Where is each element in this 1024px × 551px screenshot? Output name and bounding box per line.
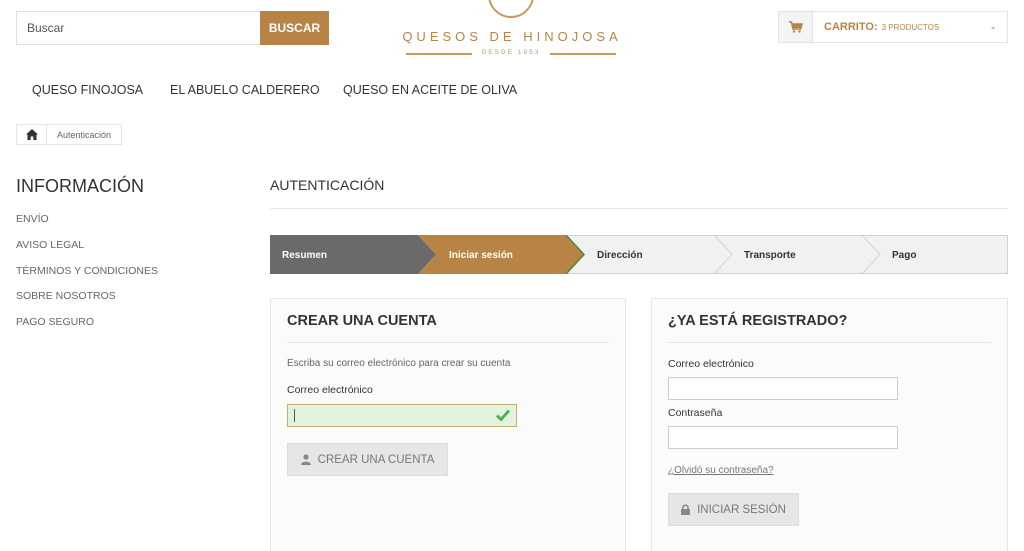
create-account-button[interactable]: CREAR UNA CUENTA	[287, 443, 448, 476]
home-icon[interactable]	[17, 125, 47, 144]
nav-item-queso-aceite-oliva[interactable]: QUESO EN ACEITE DE OLIVA	[343, 83, 517, 97]
panel-divider	[668, 342, 991, 343]
sidebar-item-envio[interactable]: ENVÍO	[16, 213, 49, 225]
panel-divider	[287, 342, 609, 343]
create-account-panel: CREAR UNA CUENTA Escriba su correo elect…	[270, 298, 626, 551]
create-account-button-label: CREAR UNA CUENTA	[317, 453, 435, 466]
cart-dropdown[interactable]: CARRITO: 3 PRODUCTOS ⌄	[778, 11, 1008, 43]
logo-name: QUESOS DE HINOJOSA	[402, 29, 622, 44]
chevron-down-icon: ⌄	[989, 21, 997, 31]
login-email-label: Correo electrónico	[668, 358, 754, 370]
login-button[interactable]: INICIAR SESIÓN	[668, 493, 799, 526]
step-label-transporte: Transporte	[744, 250, 796, 261]
step-label-direccion: Dirección	[597, 250, 643, 261]
text-cursor	[294, 409, 295, 422]
cart-icon	[779, 12, 813, 42]
step-label-pago: Pago	[892, 250, 916, 261]
sidebar-item-aviso-legal[interactable]: AVISO LEGAL	[16, 239, 84, 251]
search-placeholder: Buscar	[27, 21, 65, 35]
step-label-resumen: Resumen	[282, 250, 327, 261]
nav-item-el-abuelo-calderero[interactable]: EL ABUELO CALDERERO	[170, 83, 320, 97]
user-icon	[300, 454, 311, 465]
login-title: ¿YA ESTÁ REGISTRADO?	[668, 313, 848, 329]
login-panel: ¿YA ESTÁ REGISTRADO? Correo electrónico …	[651, 298, 1008, 551]
logo-divider-left	[406, 53, 472, 55]
login-button-label: INICIAR SESIÓN	[697, 503, 786, 516]
sidebar-title: INFORMACIÓN	[16, 176, 144, 196]
create-email-field[interactable]	[287, 404, 517, 427]
check-icon	[496, 409, 510, 421]
logo[interactable]: QUESOS DE HINOJOSA DESDE 1953	[392, 0, 632, 60]
create-email-label: Correo electrónico	[287, 384, 373, 396]
login-password-field[interactable]	[668, 426, 898, 449]
sidebar-item-terminos[interactable]: TÉRMINOS Y CONDICIONES	[16, 265, 158, 277]
login-email-field[interactable]	[668, 377, 898, 400]
breadcrumb-current: Autenticación	[57, 129, 112, 140]
cart-label: CARRITO:	[824, 21, 878, 33]
nav-item-queso-finojosa[interactable]: QUESO FINOJOSA	[32, 83, 143, 97]
breadcrumb: Autenticación	[16, 124, 123, 145]
login-password-label: Contraseña	[668, 407, 723, 419]
create-account-intro: Escriba su correo electrónico para crear…	[287, 358, 511, 369]
search-input[interactable]: Buscar	[16, 11, 260, 45]
sidebar-item-sobre-nosotros[interactable]: SOBRE NOSOTROS	[16, 290, 116, 302]
step-label-iniciar: Iniciar sesión	[449, 250, 513, 261]
page-title: AUTENTICACIÓN	[270, 177, 385, 193]
sidebar-item-pago-seguro[interactable]: PAGO SEGURO	[16, 316, 94, 328]
logo-since: DESDE 1953	[481, 49, 541, 56]
cart-count: 3 PRODUCTOS	[881, 22, 940, 32]
search-button[interactable]: BUSCAR	[260, 11, 329, 45]
title-divider	[270, 208, 1008, 209]
checkout-steps: Resumen Iniciar sesión Dirección Transpo…	[270, 235, 1008, 274]
logo-divider-right	[550, 53, 616, 55]
forgot-password-link[interactable]: ¿Olvidó su contraseña?	[668, 465, 774, 476]
lock-icon	[681, 504, 691, 515]
logo-emblem	[488, 0, 534, 18]
create-account-title: CREAR UNA CUENTA	[287, 313, 437, 329]
